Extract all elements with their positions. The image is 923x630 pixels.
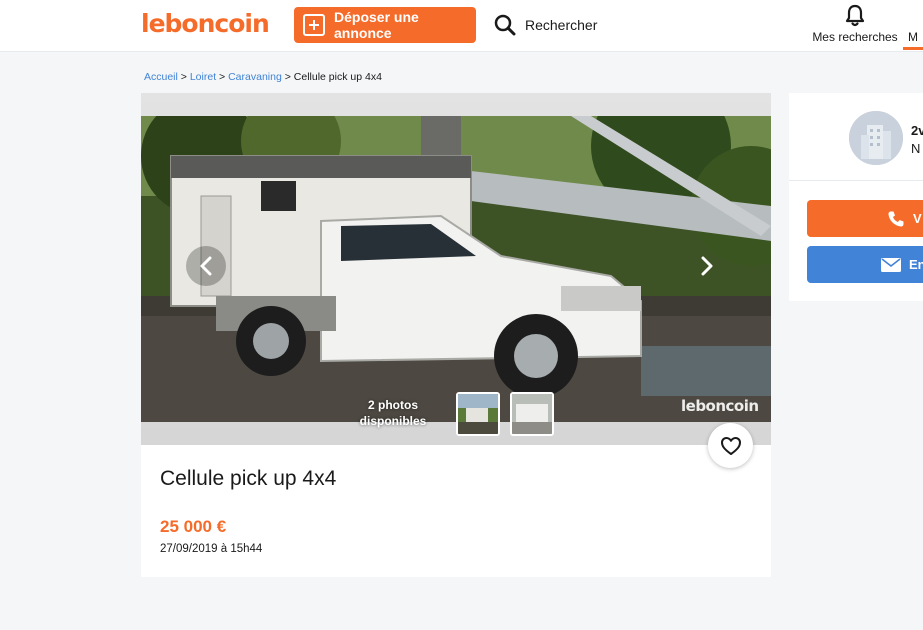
message-button-label: En — [909, 257, 923, 272]
breadcrumb-home[interactable]: Accueil — [144, 71, 178, 83]
top-header: leboncoin Déposer une annonce Rechercher… — [0, 0, 923, 52]
phone-icon — [888, 211, 904, 226]
leboncoin-watermark: leboncoin — [681, 397, 759, 415]
avatar[interactable] — [849, 111, 903, 165]
next-photo-button[interactable] — [687, 246, 727, 286]
photo-count-label: 2 photos disponibles — [359, 398, 427, 428]
message-seller-button[interactable]: En — [807, 246, 923, 283]
favorite-button[interactable] — [708, 423, 753, 468]
search-link[interactable]: Rechercher — [493, 12, 597, 38]
seller-profile[interactable]: 2v N — [789, 93, 923, 181]
listing-date: 27/09/2019 à 15h44 — [160, 543, 263, 555]
bell-icon — [845, 4, 865, 27]
my-searches-link[interactable]: Mes recherches — [812, 4, 898, 48]
breadcrumb: Accueil > Loiret > Caravaning > Cellule … — [144, 71, 382, 83]
leboncoin-logo[interactable]: leboncoin — [141, 9, 270, 38]
seller-panel: 2v N V En — [789, 93, 923, 301]
post-ad-button[interactable]: Déposer une annonce — [294, 7, 476, 43]
listing-card: 2 photos disponibles leboncoin Cellule p… — [141, 93, 771, 577]
heart-icon — [720, 436, 741, 455]
next-nav-item[interactable]: M — [908, 30, 918, 44]
call-seller-button[interactable]: V — [807, 200, 923, 237]
photo-gallery[interactable]: 2 photos disponibles leboncoin — [141, 93, 771, 445]
breadcrumb-separator: > — [180, 71, 187, 83]
previous-photo-button[interactable] — [186, 246, 226, 286]
thumbnail-image — [458, 394, 498, 434]
breadcrumb-current: Cellule pick up 4x4 — [293, 71, 382, 83]
thumbnail-image — [512, 394, 552, 434]
breadcrumb-separator: > — [219, 71, 226, 83]
building-avatar-icon — [849, 111, 903, 165]
envelope-icon — [881, 257, 901, 272]
seller-name[interactable]: 2v — [911, 123, 923, 138]
breadcrumb-region[interactable]: Loiret — [190, 71, 216, 83]
search-label: Rechercher — [525, 17, 598, 33]
breadcrumb-separator: > — [284, 71, 291, 83]
breadcrumb-category[interactable]: Caravaning — [228, 71, 282, 83]
my-searches-label: Mes recherches — [812, 30, 898, 44]
call-button-label: V — [913, 211, 922, 226]
chevron-left-icon — [200, 256, 212, 276]
plus-icon — [303, 14, 325, 36]
listing-photo[interactable] — [141, 116, 771, 422]
listing-title: Cellule pick up 4x4 — [160, 467, 337, 490]
photo-thumbnail[interactable] — [510, 392, 554, 436]
listing-price: 25 000 € — [160, 517, 227, 536]
truck-camper-image — [141, 116, 771, 422]
photo-thumbnail[interactable] — [456, 392, 500, 436]
seller-subtitle: N — [911, 141, 921, 156]
chevron-right-icon — [701, 256, 713, 276]
active-tab-underline — [903, 47, 923, 50]
search-icon — [494, 14, 516, 36]
post-ad-label: Déposer une annonce — [334, 9, 419, 41]
